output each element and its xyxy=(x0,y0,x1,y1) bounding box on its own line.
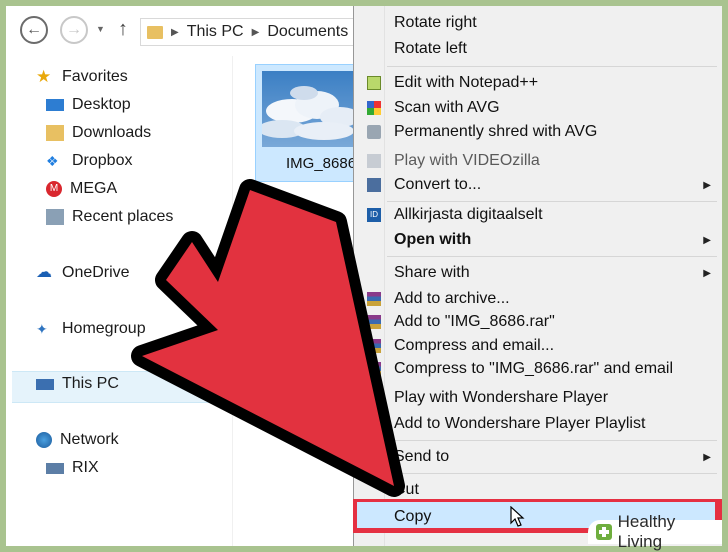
watermark-text: Healthy Living xyxy=(617,512,676,551)
red-pointer-arrow-icon xyxy=(131,179,405,497)
healthy-living-logo-icon xyxy=(596,524,612,540)
watermark: Healthy Living xyxy=(588,512,722,551)
